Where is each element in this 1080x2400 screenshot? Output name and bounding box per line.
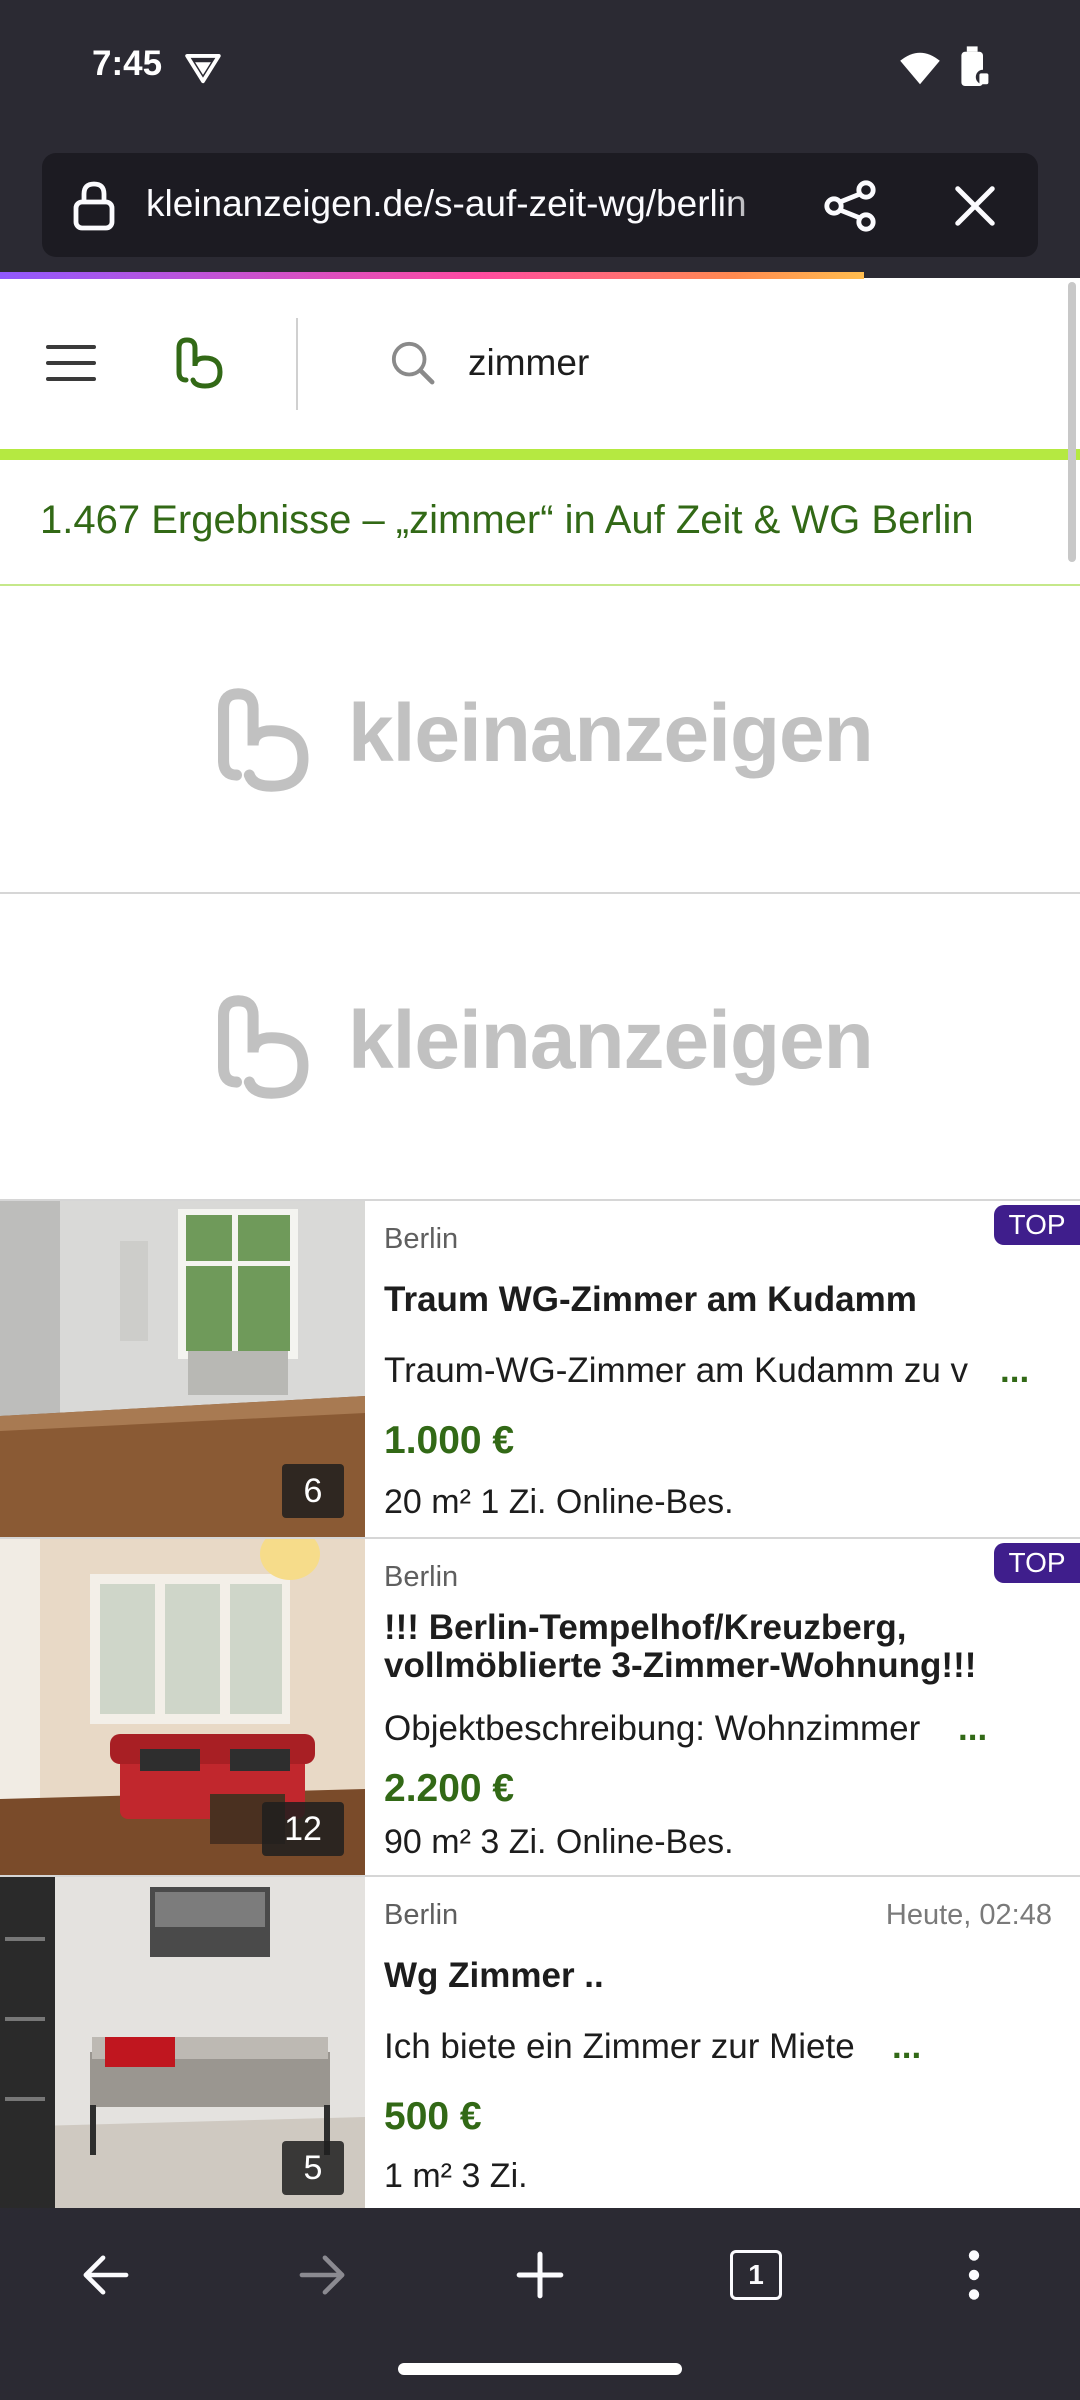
listing-specs: 1 m² 3 Zi. [384,2157,528,2195]
kleinanzeigen-logo-icon[interactable] [176,336,228,390]
search-icon[interactable] [390,340,436,386]
image-count-badge: 5 [282,2141,344,2195]
listing-description: Objektbeschreibung: Wohnzimmer [384,1709,921,1748]
listing-description: Traum-WG-Zimmer am Kudamm zu v [384,1351,969,1390]
header-divider [296,318,298,410]
ad-logo-text: kleinanzeigen [348,995,874,1086]
ad-logo-text: kleinanzeigen [348,688,874,779]
more-indicator: ... [1000,1351,1030,1390]
battery-icon [961,46,991,86]
scrollbar[interactable] [1068,282,1076,562]
tab-count: 1 [748,2259,764,2290]
top-badge: TOP [994,1543,1080,1583]
listing-item[interactable]: 5 Berlin Heute, 02:48 Wg Zimmer .. Ich b… [0,1875,1080,2210]
url-fade [726,170,786,240]
more-menu-icon[interactable] [964,2249,984,2301]
listing-specs: 20 m² 1 Zi. Online-Bes. [384,1483,734,1521]
hamburger-menu-icon[interactable] [46,343,96,383]
top-badge: TOP [994,1205,1080,1245]
listing-price: 2.200 € [384,1767,515,1810]
listing-price: 1.000 € [384,1419,515,1462]
kleinanzeigen-logo-icon [218,688,309,792]
wifi-icon [900,52,940,85]
listing-item[interactable]: 6 Berlin TOP Traum WG-Zimmer am Kudamm T… [0,1199,1080,1539]
kleinanzeigen-logo-icon [218,995,309,1099]
vpn-shield-icon [185,54,221,84]
new-tab-plus-icon[interactable] [515,2250,565,2300]
listing-location: Berlin [384,1561,459,1593]
image-count-badge: 6 [282,1464,344,1518]
close-icon[interactable] [952,183,998,229]
more-indicator: ... [958,1709,988,1748]
listing-item[interactable]: 12 Berlin TOP !!! Berlin-Tempelhof/Kreuz… [0,1537,1080,1877]
listing-title[interactable]: Traum WG-Zimmer am Kudamm [384,1281,1044,1319]
forward-arrow-icon[interactable] [298,2252,348,2298]
results-heading: 1.467 Ergebnisse – „zimmer“ in Auf Zeit … [40,498,974,542]
search-input[interactable]: zimmer [468,342,589,384]
status-time: 7:45 [92,44,163,83]
url-text[interactable]: kleinanzeigen.de/s-auf-zeit-wg/berlin [146,183,786,225]
lock-icon[interactable] [72,180,116,232]
home-indicator[interactable] [398,2363,682,2375]
listing-location: Berlin [384,1223,459,1255]
share-icon[interactable] [822,180,878,232]
listing-title[interactable]: !!! Berlin-Tempelhof/Kreuzberg, vollmöbl… [384,1609,1044,1685]
listing-price: 500 € [384,2095,482,2138]
listing-description: Ich biete ein Zimmer zur Miete [384,2027,855,2066]
page-load-progress [0,272,864,279]
more-indicator: ... [892,2027,922,2066]
listing-title[interactable]: Wg Zimmer .. [384,1957,1044,1995]
image-count-badge: 12 [262,1802,344,1856]
ad-placeholder: kleinanzeigen [0,894,1080,1199]
back-arrow-icon[interactable] [80,2252,130,2298]
header-accent-bar [0,449,1080,460]
results-divider [0,584,1080,586]
listing-specs: 90 m² 3 Zi. Online-Bes. [384,1823,734,1861]
listing-location: Berlin [384,1899,459,1931]
ad-placeholder: kleinanzeigen [0,587,1080,892]
listing-date: Heute, 02:48 [885,1899,1052,1931]
